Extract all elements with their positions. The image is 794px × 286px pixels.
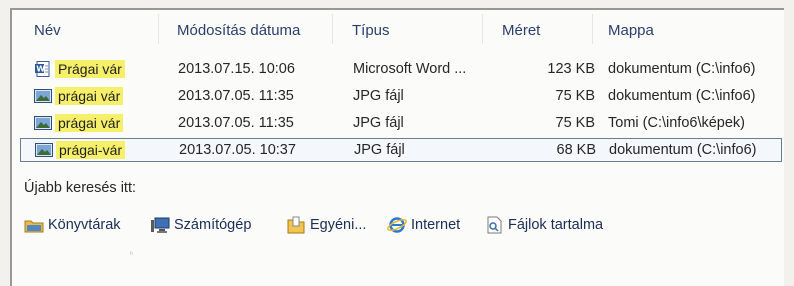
search-again-label: Újabb keresés itt: bbox=[24, 180, 137, 196]
libraries-icon bbox=[24, 220, 44, 233]
file-contents-icon bbox=[487, 216, 502, 234]
file-folder: dokumentum (C:\info6) bbox=[608, 61, 756, 77]
jpg-image-icon bbox=[34, 116, 52, 130]
file-name[interactable]: Prágai vár bbox=[55, 60, 125, 78]
search-option-label: Fájlok tartalma bbox=[508, 217, 604, 233]
column-divider[interactable] bbox=[332, 14, 333, 44]
file-size: 68 KB bbox=[556, 142, 597, 158]
jpg-image-icon bbox=[35, 143, 53, 157]
jpg-image-icon bbox=[34, 89, 52, 103]
search-option-label: Könyvtárak bbox=[48, 217, 121, 233]
search-libraries-button[interactable]: Könyvtárak bbox=[24, 214, 121, 236]
table-row[interactable]: W Prágai vár 2013.07.15. 10:06 Microsoft… bbox=[20, 58, 782, 82]
file-folder: dokumentum (C:\info6) bbox=[609, 142, 757, 158]
search-internet-button[interactable]: Internet bbox=[387, 214, 460, 236]
file-name[interactable]: prágai-vár bbox=[56, 141, 126, 159]
column-header-modified[interactable]: Módosítás dátuma bbox=[177, 22, 300, 39]
file-size: 75 KB bbox=[555, 88, 596, 104]
file-type: JPG fájl bbox=[353, 115, 404, 131]
table-row[interactable]: prágai vár 2013.07.05. 11:35 JPG fájl 75… bbox=[20, 112, 782, 136]
file-size: 123 KB bbox=[547, 61, 595, 77]
file-type: JPG fájl bbox=[353, 88, 404, 104]
table-row-selected[interactable]: prágai-vár 2013.07.05. 10:37 JPG fájl 68… bbox=[20, 138, 782, 162]
column-header-size[interactable]: Méret bbox=[502, 22, 540, 39]
computer-icon bbox=[151, 217, 170, 233]
column-header-type[interactable]: Típus bbox=[352, 22, 390, 39]
file-modified-date: 2013.07.15. 10:06 bbox=[178, 61, 295, 77]
column-divider[interactable] bbox=[592, 14, 593, 44]
column-divider[interactable] bbox=[482, 14, 483, 44]
svg-text:W: W bbox=[36, 65, 45, 74]
search-computer-button[interactable]: Számítógép bbox=[150, 214, 251, 236]
file-name[interactable]: prágai vár bbox=[55, 87, 124, 105]
word-document-icon: W bbox=[35, 61, 50, 77]
file-folder: dokumentum (C:\info6) bbox=[608, 88, 756, 104]
file-folder: Tomi (C:\info6\képek) bbox=[608, 115, 745, 131]
file-modified-date: 2013.07.05. 10:37 bbox=[179, 142, 296, 158]
column-divider[interactable] bbox=[158, 14, 159, 44]
file-name[interactable]: prágai vár bbox=[55, 114, 124, 132]
file-modified-date: 2013.07.05. 11:35 bbox=[178, 115, 294, 131]
search-option-label: Internet bbox=[411, 217, 461, 233]
file-modified-date: 2013.07.05. 11:35 bbox=[178, 88, 294, 104]
decorative-mark: ʰ bbox=[130, 250, 134, 259]
search-results-pane: Név Módosítás dátuma Típus Méret Mappa W… bbox=[10, 8, 784, 286]
column-header-bar: Név Módosítás dátuma Típus Méret Mappa bbox=[12, 10, 784, 50]
column-header-name[interactable]: Név bbox=[34, 22, 61, 39]
table-row[interactable]: prágai vár 2013.07.05. 11:35 JPG fájl 75… bbox=[20, 85, 782, 109]
search-custom-button[interactable]: Egyéni... bbox=[286, 214, 366, 236]
search-file-contents-button[interactable]: Fájlok tartalma bbox=[484, 214, 603, 236]
file-size: 75 KB bbox=[555, 115, 596, 131]
column-header-folder[interactable]: Mappa bbox=[608, 22, 654, 39]
internet-explorer-icon bbox=[387, 217, 407, 233]
file-type: Microsoft Word ... bbox=[353, 61, 467, 77]
search-option-label: Egyéni... bbox=[310, 217, 367, 233]
search-option-label: Számítógép bbox=[174, 217, 252, 233]
file-type: JPG fájl bbox=[354, 142, 405, 158]
custom-folder-icon bbox=[287, 216, 305, 234]
